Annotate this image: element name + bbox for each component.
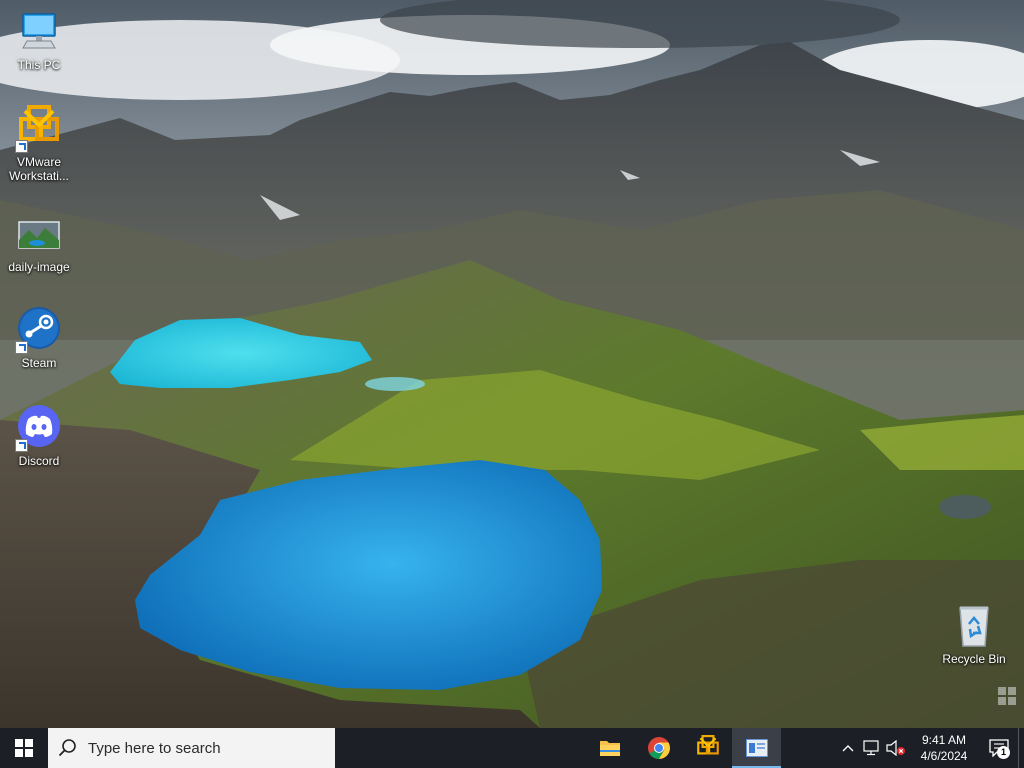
recycle-bin-icon <box>950 602 998 650</box>
network-button[interactable] <box>860 728 884 768</box>
desktop-icon-label: VMware Workstati... <box>9 155 69 183</box>
chrome-icon <box>647 737 670 759</box>
clock-date: 4/6/2024 <box>920 749 968 763</box>
chevron-up-icon <box>842 745 854 752</box>
taskbar-app-file-explorer[interactable] <box>585 728 634 768</box>
volume-muted-icon <box>886 740 905 756</box>
volume-button[interactable] <box>884 728 908 768</box>
show-hidden-icons-button[interactable] <box>836 728 860 768</box>
vmware-icon <box>696 735 719 755</box>
desktop-icon-discord[interactable]: Discord <box>1 404 77 468</box>
folder-icon <box>599 741 620 756</box>
taskbar-spacer <box>335 728 585 768</box>
start-button[interactable] <box>0 728 48 768</box>
desktop-wallpaper <box>0 0 1024 728</box>
vmware-icon <box>15 105 63 153</box>
computer-icon <box>15 8 63 56</box>
taskbar-app-active-window[interactable] <box>732 728 781 768</box>
steam-icon <box>15 306 63 354</box>
desktop-icon-steam[interactable]: Steam <box>1 306 77 370</box>
window-app-icon <box>745 739 768 757</box>
taskbar: 9:41 AM 4/6/2024 1 <box>0 728 1024 768</box>
shortcut-arrow-icon <box>15 140 28 153</box>
taskbar-search-box[interactable] <box>48 728 335 768</box>
action-center-button[interactable]: 1 <box>980 728 1018 768</box>
shortcut-arrow-icon <box>15 341 28 354</box>
system-tray: 9:41 AM 4/6/2024 1 <box>836 728 1024 768</box>
show-desktop-button[interactable] <box>1018 728 1024 768</box>
taskbar-app-vmware[interactable] <box>683 728 732 768</box>
network-icon <box>863 740 879 756</box>
notification-count-badge: 1 <box>997 746 1010 759</box>
search-icon <box>58 739 76 757</box>
desktop-icon-this-pc[interactable]: This PC <box>1 8 77 72</box>
desktop-icon-label: Recycle Bin <box>942 652 1006 666</box>
desktop-icon-recycle-bin[interactable]: Recycle Bin <box>936 602 1012 666</box>
search-input[interactable] <box>88 739 318 757</box>
desktop-icon-vmware[interactable]: VMware Workstati... <box>1 105 77 183</box>
taskbar-app-chrome[interactable] <box>634 728 683 768</box>
desktop-icon-daily-image[interactable]: daily-image <box>1 210 77 274</box>
desktop-icon-label: Discord <box>18 454 60 468</box>
desktop-icon-label: Steam <box>21 356 57 370</box>
clock-time: 9:41 AM <box>921 733 967 747</box>
image-file-icon <box>15 210 63 258</box>
desktop-icon-label: This PC <box>17 58 61 72</box>
shortcut-arrow-icon <box>15 439 28 452</box>
desktop-icon-label: daily-image <box>8 260 70 274</box>
taskbar-clock[interactable]: 9:41 AM 4/6/2024 <box>908 732 980 764</box>
desktop-grid-icon <box>997 686 1017 706</box>
windows-logo-icon <box>15 739 33 757</box>
discord-icon <box>15 404 63 452</box>
